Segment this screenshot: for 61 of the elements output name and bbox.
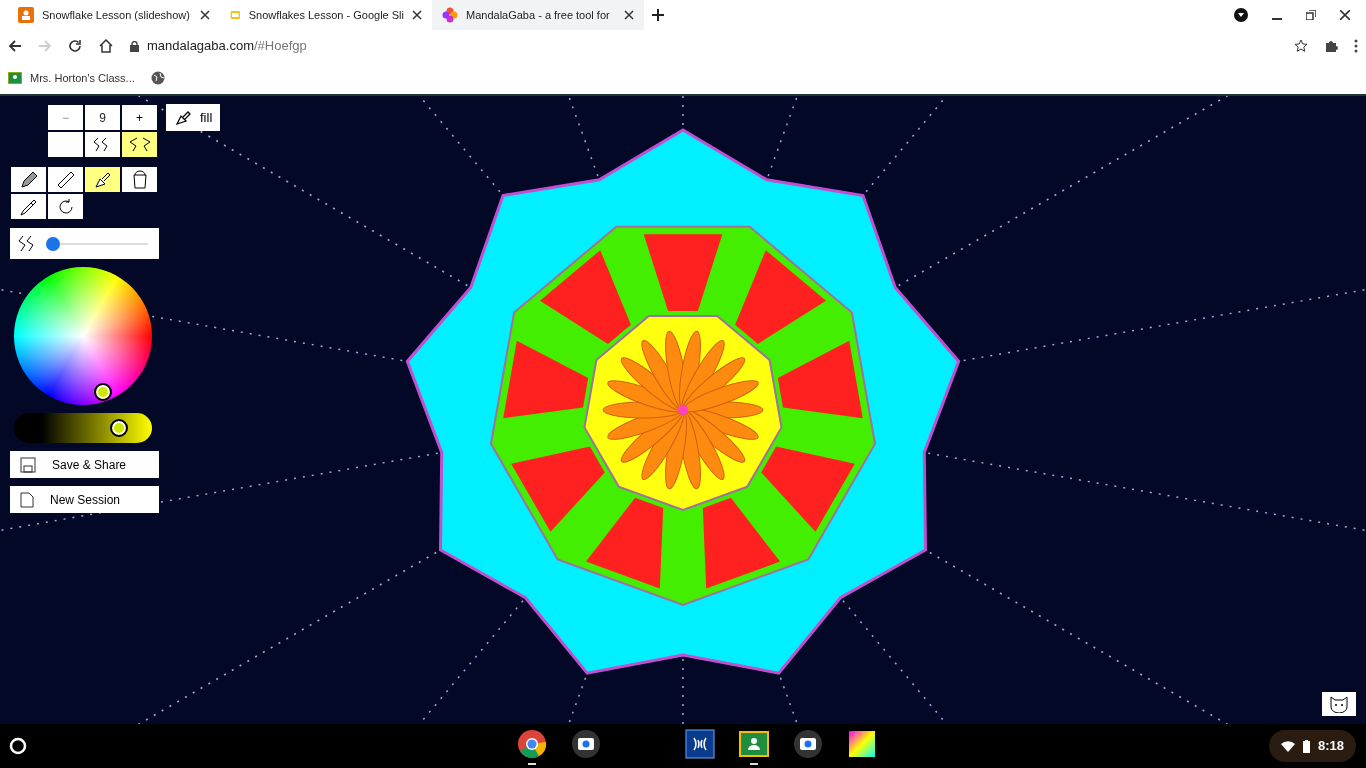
tool-button[interactable] (10, 166, 47, 193)
back-icon[interactable] (8, 39, 22, 53)
ruler-icon (55, 169, 76, 190)
symmetry-count: 9 (84, 104, 121, 131)
slider-thumb[interactable] (46, 236, 60, 251)
star-icon[interactable] (1294, 39, 1308, 53)
url-host[interactable]: mandalagaba.com (147, 36, 254, 56)
restore-icon[interactable] (1306, 10, 1316, 20)
globe-icon (150, 71, 165, 85)
camera-icon (571, 729, 601, 759)
launcher-icon[interactable] (8, 736, 28, 756)
close-icon[interactable] (200, 10, 210, 20)
url-path[interactable]: /#Hoefgp (253, 36, 307, 56)
browser-tab[interactable]: MandalaGaba - a free tool for (432, 0, 644, 30)
signal-waves-icon (685, 729, 715, 759)
pencil-icon (18, 169, 39, 190)
color-wheel-thumb[interactable] (94, 383, 112, 401)
tool-button[interactable] (84, 166, 121, 193)
classroom-icon (739, 729, 769, 759)
clock: 8:18 (1317, 737, 1344, 756)
symmetry-mode-button[interactable] (47, 131, 84, 158)
close-icon[interactable] (412, 10, 422, 20)
tool-button[interactable] (121, 166, 158, 193)
cat-face-button[interactable] (1322, 692, 1356, 716)
running-indicator (750, 763, 758, 765)
flower-favicon (442, 7, 458, 23)
shelf-app[interactable] (517, 727, 547, 765)
new-tab-icon[interactable] (652, 9, 664, 21)
chrome-icon (517, 729, 547, 759)
home-icon[interactable] (98, 39, 114, 53)
cat-face-icon (1328, 695, 1350, 713)
tool-button[interactable] (10, 193, 47, 220)
wifi-icon (1280, 740, 1295, 752)
puzzle-icon[interactable] (1324, 39, 1338, 53)
menu-icon[interactable] (1354, 39, 1358, 53)
close-icon[interactable] (1340, 10, 1350, 20)
gradient-square-icon (847, 729, 877, 759)
symmetry-mode-button[interactable] (121, 131, 158, 158)
fill-button[interactable]: fill (166, 104, 221, 131)
bookmark[interactable] (150, 71, 165, 85)
camera-icon (793, 729, 823, 759)
battery-icon (1302, 739, 1310, 753)
increase-button[interactable]: + (121, 104, 158, 131)
running-indicator (528, 763, 536, 765)
document-icon (20, 491, 34, 508)
tool-button[interactable] (47, 193, 84, 220)
brightness-slider[interactable] (14, 413, 152, 443)
lock-icon (130, 40, 139, 52)
action-button[interactable]: Save & Share (10, 451, 159, 478)
close-icon[interactable] (624, 10, 634, 20)
classroom-icon (8, 72, 22, 84)
brightness-thumb[interactable] (109, 419, 128, 437)
tool-button[interactable] (47, 166, 84, 193)
profile-icon[interactable] (1234, 8, 1248, 22)
slides-favicon (18, 7, 34, 23)
symmetry-mode-button[interactable] (84, 131, 121, 158)
brush-size-slider[interactable] (48, 236, 148, 251)
reload-icon[interactable] (68, 39, 82, 53)
bookmark[interactable]: Mrs. Horton's Class... (8, 69, 135, 87)
action-button[interactable]: New Session (10, 486, 159, 513)
decrease-button[interactable]: − (47, 104, 84, 131)
